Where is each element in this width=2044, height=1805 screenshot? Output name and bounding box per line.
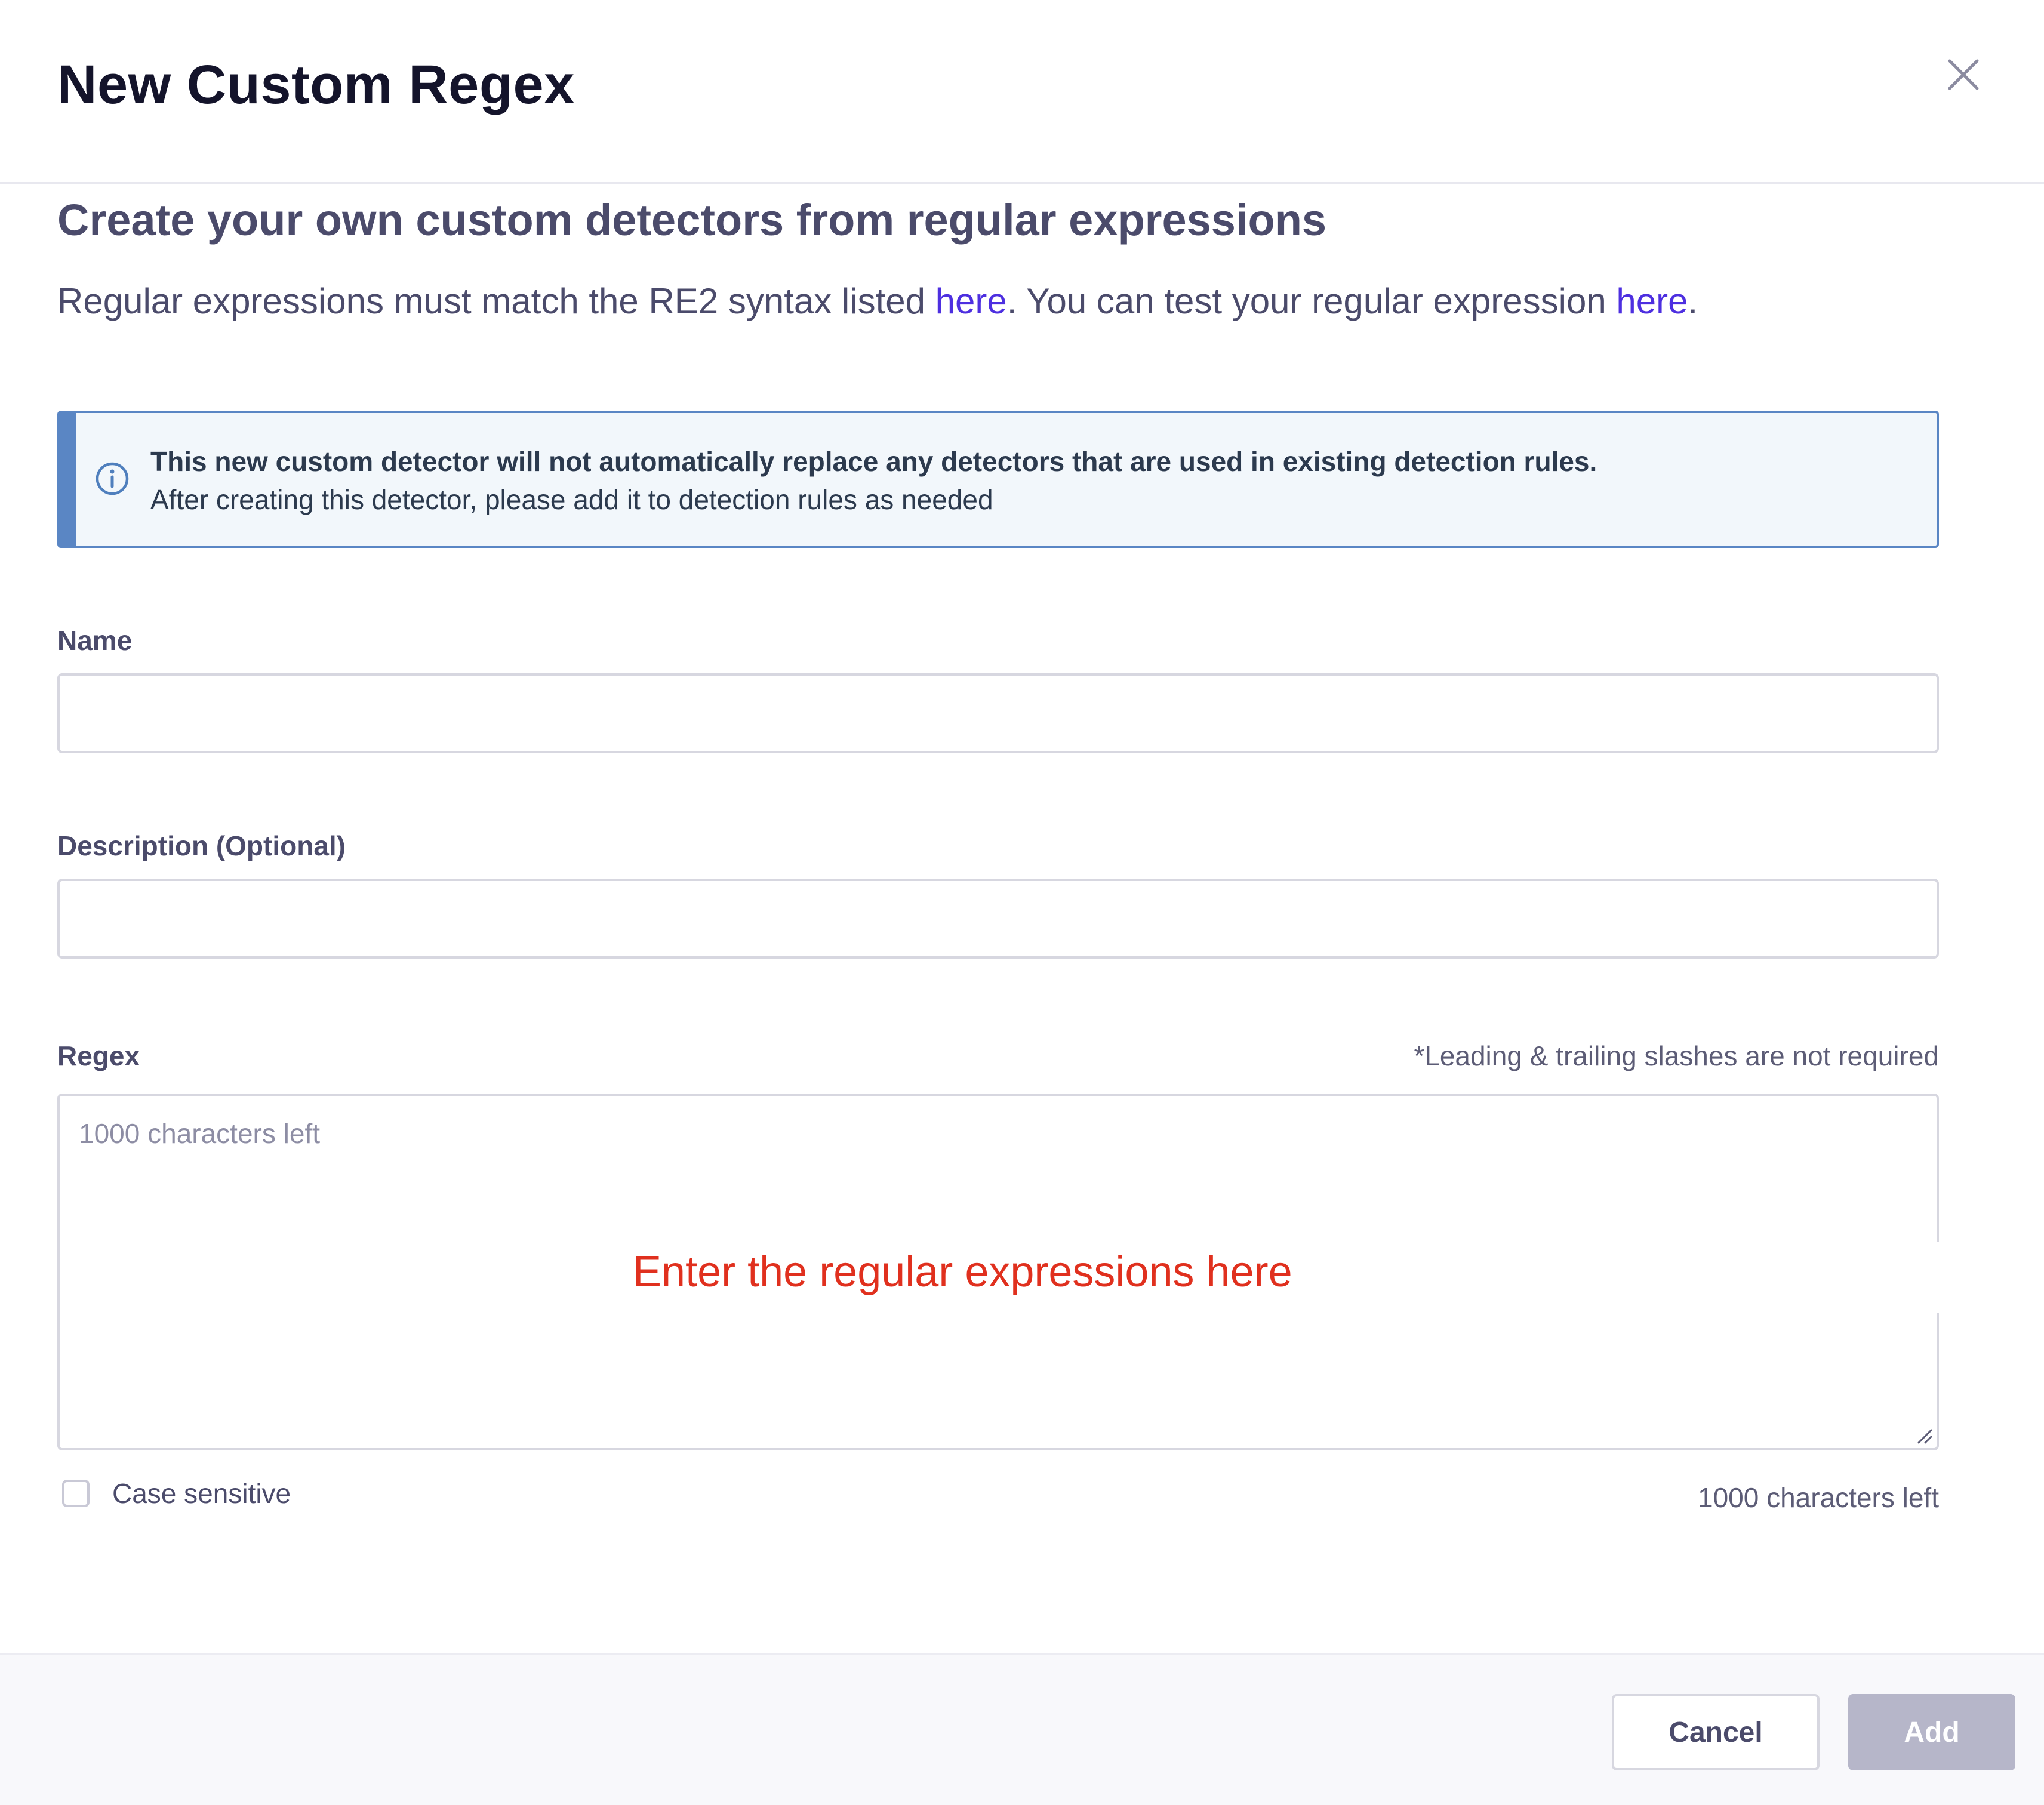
info-banner-text: After creating this detector, please add…: [150, 484, 993, 515]
annotation-border-gap: [1933, 1242, 1945, 1313]
info-circle-icon: [94, 461, 130, 497]
dialog-header: New Custom Regex: [0, 0, 2044, 184]
case-sensitive-label: Case sensitive: [112, 1478, 291, 1509]
case-sensitive-checkbox[interactable]: [62, 1480, 90, 1507]
close-button[interactable]: [1946, 57, 1981, 92]
section-heading: Create your own custom detectors from re…: [57, 195, 1327, 245]
syntax-note: Regular expressions must match the RE2 s…: [57, 281, 1698, 322]
name-input[interactable]: [57, 673, 1939, 753]
regex-hint: *Leading & trailing slashes are not requ…: [1414, 1040, 1939, 1071]
custom-regex-dialog: New Custom Regex Create your own custom …: [0, 0, 2044, 1805]
regex-tester-link[interactable]: here: [1616, 281, 1688, 321]
syntax-note-text-2: . You can test your regular expression: [1006, 281, 1617, 321]
syntax-note-text-1: Regular expressions must match the RE2 s…: [57, 281, 935, 321]
info-banner-title: This new custom detector will not automa…: [150, 446, 1597, 477]
regex-annotation: Enter the regular expressions here: [633, 1248, 1292, 1296]
resize-handle-icon[interactable]: [1915, 1427, 1933, 1444]
close-icon: [1948, 59, 1979, 90]
description-input[interactable]: [57, 879, 1939, 959]
description-label: Description (Optional): [57, 830, 346, 861]
case-sensitive-option[interactable]: Case sensitive: [62, 1478, 291, 1509]
name-label: Name: [57, 625, 133, 656]
info-banner: This new custom detector will not automa…: [57, 411, 1939, 548]
re2-syntax-link[interactable]: here: [935, 281, 1007, 321]
characters-left-counter: 1000 characters left: [1697, 1482, 1939, 1513]
add-button[interactable]: Add: [1848, 1694, 2015, 1770]
regex-label: Regex: [57, 1040, 140, 1071]
dialog-title: New Custom Regex: [57, 54, 575, 115]
syntax-note-text-3: .: [1688, 281, 1698, 321]
cancel-button[interactable]: Cancel: [1612, 1694, 1820, 1770]
